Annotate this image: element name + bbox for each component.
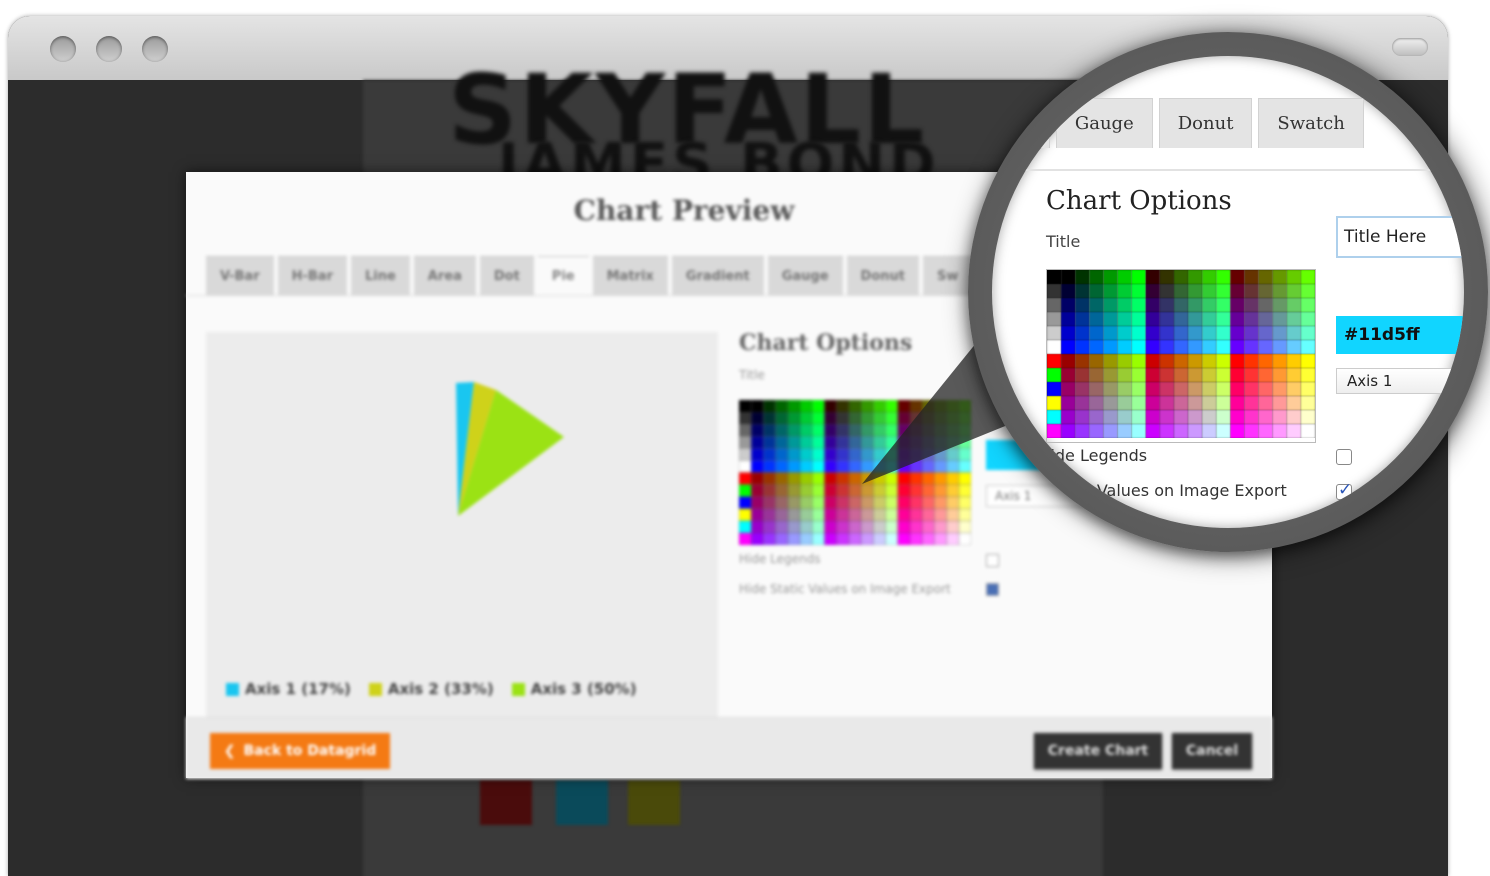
title-input[interactable]: Title Here (1336, 216, 1464, 258)
close-window-button[interactable] (50, 36, 76, 62)
tab-area[interactable]: Area (413, 256, 476, 295)
zoomed-hide-static-checkbox[interactable] (1336, 480, 1352, 500)
legend-swatch (368, 682, 382, 696)
legend-label: Axis 1 (17%) (245, 680, 351, 698)
modal-footer: ❮ Back to Datagrid Create Chart Cancel (186, 717, 1272, 779)
zoomed-title-label: Title (1046, 232, 1081, 251)
color-hex-field[interactable]: #11d5ff (1336, 316, 1464, 354)
chart-legend: Axis 1 (17%) Axis 2 (33%) Axis 3 (50%) (226, 680, 637, 698)
tab-dot[interactable]: Dot (479, 256, 534, 295)
background-bar (628, 780, 680, 825)
magnifier-lens: rt Gauge Donut Swatch Chart Options Titl… (992, 56, 1464, 528)
legend-item: Axis 3 (50%) (511, 680, 637, 698)
tab-matrix[interactable]: Matrix (592, 256, 668, 295)
create-chart-button[interactable]: Create Chart (1034, 733, 1162, 769)
options-heading: Chart Options (739, 330, 913, 356)
hide-static-values-label: Hide Static Values on Image Export (739, 582, 951, 596)
zoomed-tabs-divider (992, 169, 1464, 171)
tab-line[interactable]: Line (350, 256, 410, 295)
title-label: Title (739, 368, 765, 382)
tab-gradient[interactable]: Gradient (671, 256, 764, 295)
legend-item: Axis 2 (33%) (368, 680, 494, 698)
back-to-datagrid-button[interactable]: ❮ Back to Datagrid (210, 733, 390, 769)
background-bar (480, 780, 532, 825)
legend-swatch (511, 682, 525, 696)
hide-legends-checkbox[interactable] (986, 554, 999, 567)
tab-pie-zoomed[interactable]: rt (992, 98, 1050, 148)
zoomed-hide-static-label: Static Values on Image Export (1046, 481, 1287, 500)
legend-label: Axis 3 (50%) (530, 680, 637, 698)
tab-donut-zoomed[interactable]: Donut (1158, 98, 1253, 148)
zoomed-hide-legends-label: lide Legends (1046, 446, 1148, 465)
chart-type-tabs: V-Bar H-Bar Line Area Dot Pie Matrix Gra… (206, 256, 973, 295)
hide-legends-label: Hide Legends (739, 552, 821, 566)
back-button-label: Back to Datagrid (243, 743, 377, 759)
tab-gauge-zoomed[interactable]: Gauge (1055, 98, 1153, 148)
legend-label: Axis 2 (33%) (387, 680, 494, 698)
zoom-window-button[interactable] (142, 36, 168, 62)
background-bar (556, 780, 608, 825)
cancel-button[interactable]: Cancel (1172, 733, 1252, 769)
zoomed-chart-tabs: rt Gauge Donut Swatch (992, 98, 1364, 150)
pie-chart-svg (456, 382, 564, 516)
pie-chart-preview (206, 332, 718, 717)
tab-gauge[interactable]: Gauge (767, 256, 843, 295)
hide-static-values-checkbox[interactable] (986, 583, 999, 596)
tab-donut[interactable]: Donut (846, 256, 919, 295)
zoomed-hide-legends-checkbox[interactable] (1336, 449, 1352, 465)
minimize-window-button[interactable] (96, 36, 122, 62)
tab-pie[interactable]: Pie (537, 256, 589, 295)
legend-swatch (226, 682, 239, 696)
legend-item: Axis 1 (17%) (226, 680, 351, 698)
tab-h-bar[interactable]: H-Bar (277, 256, 347, 295)
zoomed-options-heading: Chart Options (1046, 186, 1232, 216)
chevron-left-icon: ❮ (223, 743, 236, 759)
zoomed-axis-select[interactable]: Axis 1 (1336, 368, 1464, 394)
tab-v-bar[interactable]: V-Bar (206, 256, 274, 295)
zoomed-color-palette[interactable] (1046, 269, 1316, 443)
color-palette[interactable] (739, 400, 971, 549)
toolbar-toggle-button[interactable] (1392, 38, 1428, 56)
tab-swatch-zoomed[interactable]: Swatch (1258, 98, 1364, 148)
